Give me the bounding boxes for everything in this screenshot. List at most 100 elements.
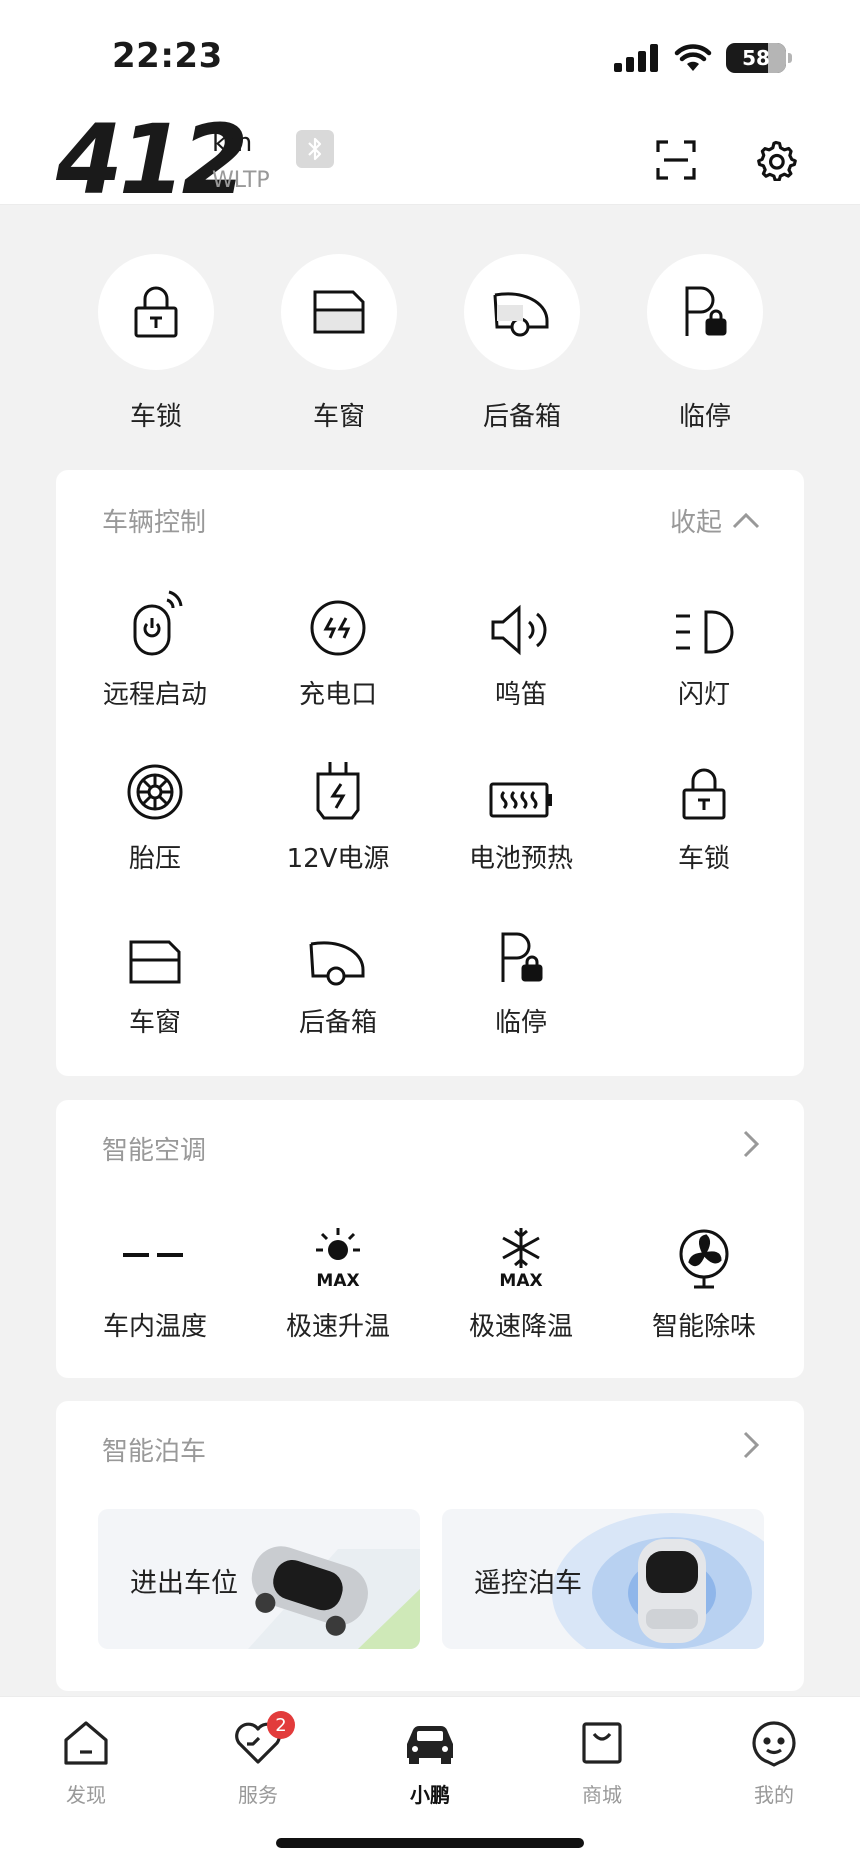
quick-parking-label: 临停 [678,402,731,432]
nav-me-label: 我的 [754,1783,794,1807]
quick-parking-button[interactable]: 临停 [647,254,763,433]
temp-parking-icon [685,286,727,336]
nav-me[interactable]: 我的 [729,1717,819,1808]
vehicle-control-card: 车辆控制 收起 远程启动 充电口 鸣笛 闪灯 胎压 12V电源 电池预热 车锁 … [56,470,804,1076]
remote-start-label: 远程启动 [102,680,207,710]
temp-parking-button[interactable]: 临停 [441,916,601,1039]
tire-pressure-button[interactable]: 胎压 [75,752,235,875]
horn-label: 鸣笛 [494,680,547,710]
charge-port-label: 充电口 [298,680,377,710]
battery-preheat-button[interactable]: 电池预热 [441,752,601,875]
power-12v-icon [316,762,360,820]
chevron-right-icon [743,1130,760,1158]
nav-xpeng[interactable]: 小鹏 [385,1717,475,1808]
gear-icon [757,140,797,181]
deodorize-button[interactable]: 智能除味 [624,1220,784,1343]
battery-level: 58 [742,46,770,70]
home-icon [64,1721,108,1765]
quick-window-label: 车窗 [312,402,365,432]
chevron-right-icon [743,1431,760,1459]
park-in-out-tile[interactable]: 进出车位 [98,1509,420,1649]
trunk-button[interactable]: 后备箱 [258,916,418,1039]
tire-pressure-icon [127,764,183,820]
status-time: 22:23 [112,36,223,76]
svg-text:MAX: MAX [316,1271,359,1290]
dash-placeholder-icon [123,1253,183,1257]
rapid-cool-label: 极速降温 [468,1312,573,1342]
trunk-label: 后备箱 [298,1008,377,1038]
quick-trunk-button[interactable]: 后备箱 [464,254,580,433]
scan-icon [656,140,696,180]
power-12v-button[interactable]: 12V电源 [258,752,418,875]
nav-discover[interactable]: 发现 [41,1717,131,1808]
lock-icon [682,768,726,820]
home-indicator [276,1838,584,1848]
tire-pressure-label: 胎压 [128,844,181,874]
charge-port-button[interactable]: 充电口 [258,588,418,711]
horn-icon [491,604,547,656]
lock-icon [134,286,178,338]
nav-service[interactable]: 2 服务 [213,1711,303,1808]
window-icon [313,290,365,334]
window-button[interactable]: 车窗 [75,916,235,1039]
car-icon [407,1726,453,1764]
remote-start-icon [133,590,183,656]
collapse-label: 收起 [669,508,722,538]
quick-lock-label: 车锁 [129,402,182,432]
settings-button[interactable] [754,138,798,182]
service-badge: 2 [267,1711,295,1739]
nav-discover-label: 发现 [66,1783,106,1807]
smart-parking-card: 智能泊车 进出车位 遥控泊车 [56,1401,804,1691]
nav-shop-label: 商城 [582,1783,622,1807]
profile-icon [752,1721,796,1767]
scan-button[interactable] [654,138,698,182]
battery-preheat-label: 电池预热 [468,844,573,874]
climate-title: 智能空调 [102,1136,207,1166]
nav-shop[interactable]: 商城 [557,1717,647,1808]
deodorize-label: 智能除味 [651,1312,756,1342]
parking-more-button[interactable] [742,1431,760,1459]
lock-button[interactable]: 车锁 [624,752,784,875]
window-label: 车窗 [128,1008,181,1038]
sun-max-icon: MAX [316,1228,360,1290]
vehicle-control-title: 车辆控制 [102,508,207,538]
quick-trunk-label: 后备箱 [482,402,561,432]
bluetooth-icon[interactable] [296,130,334,168]
parking-title: 智能泊车 [102,1437,207,1467]
rapid-heat-button[interactable]: MAX 极速升温 [258,1220,418,1343]
signal-icon [614,44,658,72]
collapse-button[interactable]: 收起 [670,502,760,539]
headlight-icon [676,610,734,654]
svg-text:MAX: MAX [499,1271,542,1290]
snowflake-max-icon: MAX [499,1228,543,1290]
nav-service-label: 服务 [238,1783,278,1807]
battery-indicator: 58 [726,43,792,73]
flash-lights-button[interactable]: 闪灯 [624,588,784,711]
flash-lights-label: 闪灯 [677,680,730,710]
remote-parking-label: 遥控泊车 [474,1568,582,1599]
range-standard: WLTP [212,168,270,193]
charge-port-icon [310,600,366,656]
fan-icon [679,1229,729,1289]
park-in-out-label: 进出车位 [130,1568,238,1599]
climate-card: 智能空调 车内温度 MAX 极速升温 MAX 极速降温 智能除味 [56,1100,804,1378]
temp-parking-label: 临停 [494,1008,547,1038]
horn-button[interactable]: 鸣笛 [441,588,601,711]
quick-lock-button[interactable]: 车锁 [98,254,214,433]
wifi-icon [674,44,712,71]
cabin-temp-item[interactable]: 车内温度 [75,1220,235,1343]
trunk-icon [493,292,549,337]
status-icons: 58 [614,40,792,76]
rapid-heat-label: 极速升温 [285,1312,390,1342]
shop-bag-icon [582,1722,622,1764]
quick-window-button[interactable]: 车窗 [281,254,397,433]
remote-parking-tile[interactable]: 遥控泊车 [442,1509,764,1649]
climate-more-button[interactable] [742,1130,760,1158]
nav-xpeng-label: 小鹏 [410,1783,450,1807]
remote-start-button[interactable]: 远程启动 [75,588,235,711]
chevron-up-icon [732,512,760,528]
range-value: 412 [56,104,248,216]
window-icon [129,940,181,984]
rapid-cool-button[interactable]: MAX 极速降温 [441,1220,601,1343]
temp-parking-icon [501,932,543,982]
